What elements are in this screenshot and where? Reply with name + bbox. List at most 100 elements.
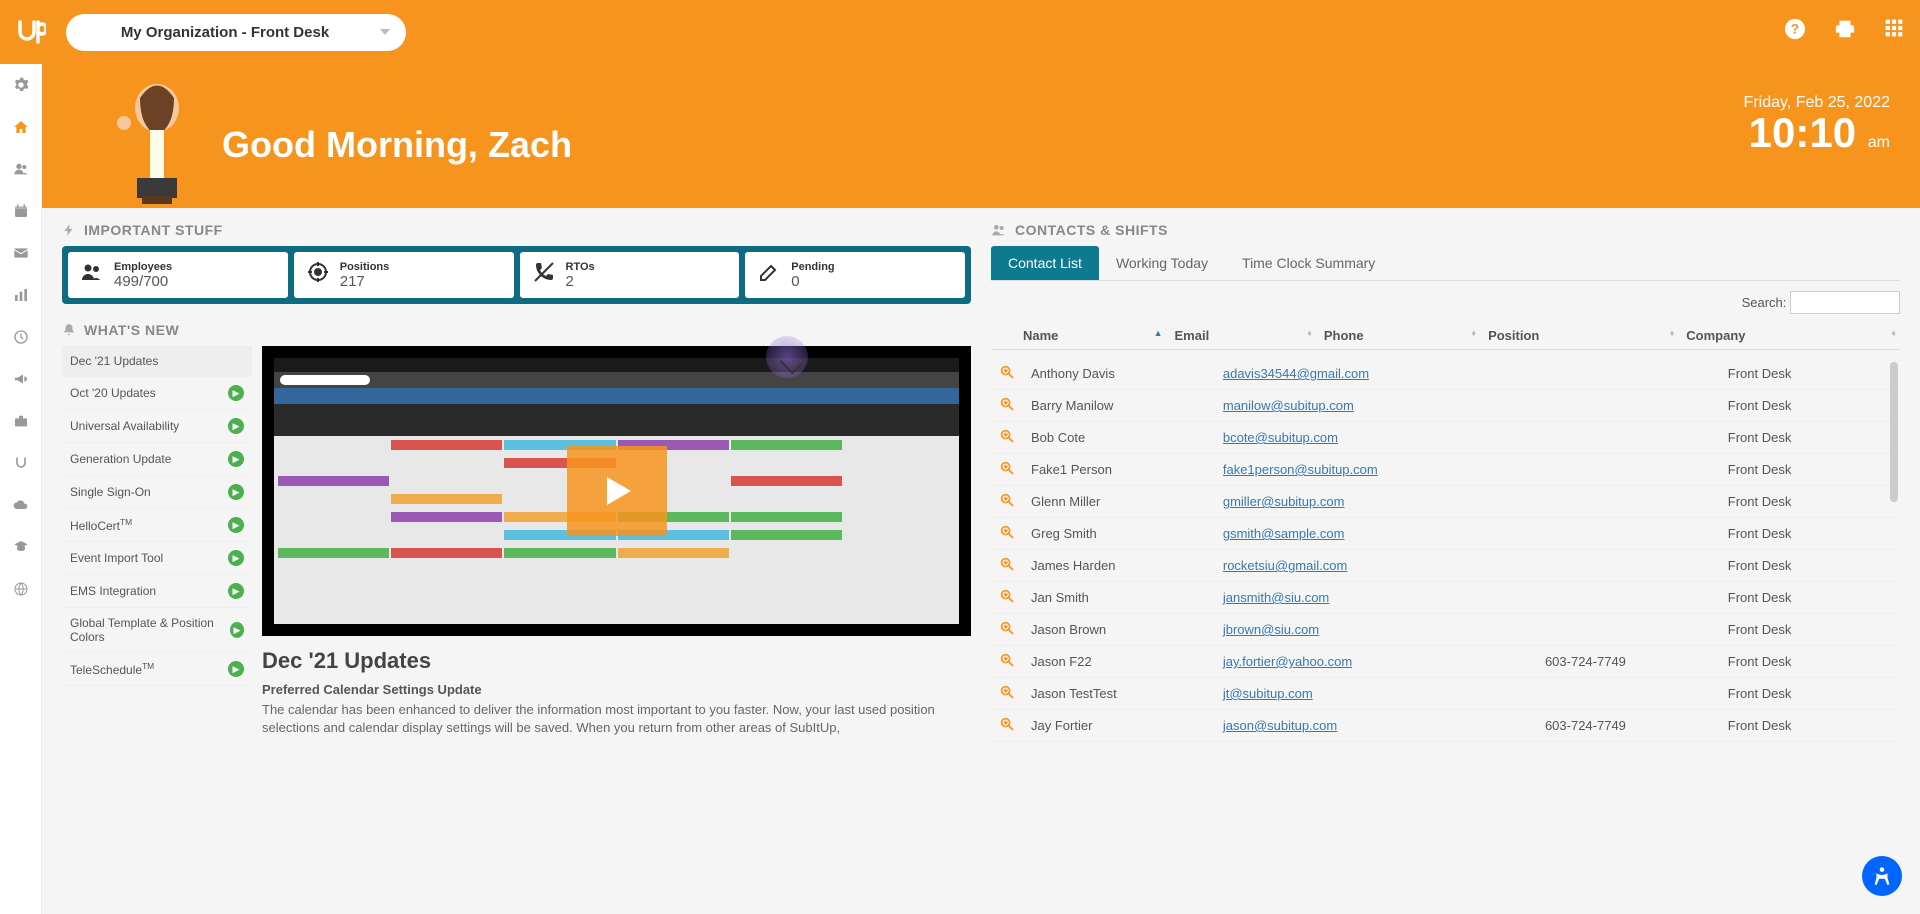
table-row: Jason Brownjbrown@siu.comFront Desk — [991, 614, 1900, 646]
print-icon[interactable] — [1834, 18, 1856, 46]
email-link[interactable]: fake1person@subitup.com — [1223, 462, 1378, 477]
cell-email: jason@subitup.com — [1215, 710, 1537, 742]
col-email[interactable]: Email♦ — [1167, 322, 1316, 350]
sidebar-globe-icon[interactable] — [12, 580, 30, 598]
tab-contact-list[interactable]: Contact List — [991, 246, 1099, 280]
hero-banner: Good Morning, Zach Friday, Feb 25, 2022 … — [42, 64, 1920, 208]
sidebar-settings-icon[interactable] — [12, 76, 30, 94]
cell-email: manilow@subitup.com — [1215, 390, 1537, 422]
logo[interactable] — [16, 18, 46, 46]
sidebar-chart-icon[interactable] — [12, 286, 30, 304]
whatsnew-item[interactable]: HelloCertTM▶ — [62, 509, 252, 542]
table-row: Jason TestTest jt@subitup.com Front Desk — [991, 678, 1900, 710]
email-link[interactable]: gmiller@subitup.com — [1223, 494, 1345, 509]
people-icon — [80, 260, 104, 290]
email-link[interactable]: jansmith@siu.com — [1223, 590, 1329, 605]
whatsnew-item[interactable]: TeleScheduleTM▶ — [62, 653, 252, 686]
table-row: Jay Fortierjason@subitup.com603-724-7749… — [991, 710, 1900, 742]
col-phone[interactable]: Phone♦ — [1316, 322, 1480, 350]
email-link[interactable]: jason@subitup.com — [1223, 718, 1337, 733]
stat-employees[interactable]: Employees499/700 — [68, 252, 288, 298]
email-link[interactable]: manilow@subitup.com — [1223, 398, 1354, 413]
cell-company — [1870, 678, 1900, 710]
cell-phone — [1537, 582, 1720, 614]
edit-icon — [757, 260, 781, 290]
whatsnew-item[interactable]: Oct '20 Updates▶ — [62, 377, 252, 410]
tab-working-today[interactable]: Working Today — [1099, 246, 1225, 280]
cell-email: rocketsiu@gmail.com — [1215, 550, 1537, 582]
whatsnew-item[interactable]: Universal Availability▶ — [62, 410, 252, 443]
sidebar-calendar-icon[interactable] — [12, 202, 30, 220]
magnify-icon[interactable] — [999, 748, 1015, 750]
play-button-icon[interactable] — [567, 446, 667, 536]
col-position[interactable]: Position♦ — [1480, 322, 1678, 350]
email-link[interactable]: bcote@subitup.com — [1223, 430, 1338, 445]
magnify-icon[interactable] — [999, 492, 1015, 508]
sidebar-clock-icon[interactable] — [12, 328, 30, 346]
magnify-icon[interactable] — [999, 652, 1015, 668]
sidebar-briefcase-icon[interactable] — [12, 412, 30, 430]
magnify-icon[interactable] — [999, 684, 1015, 700]
sidebar-magnet-icon[interactable] — [12, 454, 30, 472]
search-input[interactable] — [1790, 291, 1900, 314]
table-row: Glenn Millergmiller@subitup.comFront Des… — [991, 486, 1900, 518]
sidebar-home-icon[interactable] — [12, 118, 30, 136]
cell-name: Jason TestTest — [1023, 678, 1215, 710]
email-link[interactable]: rocketsiu@gmail.com — [1223, 558, 1347, 573]
whatsnew-header: WHAT'S NEW — [62, 322, 971, 338]
magnify-icon[interactable] — [999, 556, 1015, 572]
tab-timeclock[interactable]: Time Clock Summary — [1225, 246, 1392, 280]
whatsnew-item[interactable]: Global Template & Position Colors▶ — [62, 608, 252, 653]
cell-phone — [1537, 678, 1720, 710]
scrollbar-thumb[interactable] — [1890, 362, 1898, 502]
cell-name: Greg Smith — [1023, 518, 1215, 550]
video-player[interactable] — [262, 346, 971, 636]
whatsnew-item[interactable]: Event Import Tool▶ — [62, 542, 252, 575]
whatsnew-item[interactable]: Single Sign-On▶ — [62, 476, 252, 509]
sidebar-education-icon[interactable] — [12, 538, 30, 556]
apps-grid-icon[interactable] — [1884, 18, 1904, 46]
email-link[interactable]: jay.fortier@yahoo.com — [1223, 654, 1352, 669]
magnify-icon[interactable] — [999, 716, 1015, 732]
col-name[interactable]: Name▲ — [1015, 322, 1167, 350]
time-text: 10:10 am — [1744, 112, 1890, 154]
cell-company — [1870, 710, 1900, 742]
search-row: Search: — [991, 291, 1900, 314]
accessibility-button[interactable] — [1862, 856, 1902, 896]
cell-name: Jan Smith — [1023, 582, 1215, 614]
magnify-icon[interactable] — [999, 428, 1015, 444]
stat-positions[interactable]: Positions217 — [294, 252, 514, 298]
cell-company — [1870, 742, 1900, 751]
email-link[interactable]: jbrown@siu.com — [1223, 622, 1319, 637]
cell-email: fake1person@subitup.com — [1215, 454, 1537, 486]
cell-phone — [1537, 550, 1720, 582]
cell-position: Front Desk — [1720, 646, 1870, 678]
col-company[interactable]: Company♦ — [1678, 322, 1900, 350]
magnify-icon[interactable] — [999, 620, 1015, 636]
magnify-icon[interactable] — [999, 588, 1015, 604]
sidebar-cloud-icon[interactable] — [12, 496, 30, 514]
table-row: Greg Smith gsmith@sample.com Front Desk — [991, 518, 1900, 550]
magnify-icon[interactable] — [999, 364, 1015, 380]
table-row: Jeff Collinsddscas@gmail.comFront Desk — [991, 742, 1900, 751]
email-link[interactable]: jt@subitup.com — [1223, 686, 1313, 701]
magnify-icon[interactable] — [999, 396, 1015, 412]
sidebar-people-icon[interactable] — [12, 160, 30, 178]
magnify-icon[interactable] — [999, 524, 1015, 540]
help-icon[interactable]: ? — [1784, 18, 1806, 46]
whatsnew-item[interactable]: EMS Integration▶ — [62, 575, 252, 608]
chevron-right-icon: ▶ — [228, 583, 244, 599]
stat-rtos[interactable]: RTOs2 — [520, 252, 740, 298]
email-link[interactable]: adavis34544@gmail.com — [1223, 366, 1369, 381]
stat-pending[interactable]: Pending0 — [745, 252, 965, 298]
whatsnew-item[interactable]: Dec '21 Updates — [62, 346, 252, 377]
whatsnew-item[interactable]: Generation Update▶ — [62, 443, 252, 476]
org-selector[interactable]: My Organization - Front Desk — [66, 14, 406, 51]
cell-position: Front Desk — [1720, 678, 1870, 710]
sidebar-megaphone-icon[interactable] — [12, 370, 30, 388]
cell-position: Front Desk — [1720, 518, 1870, 550]
sidebar-mail-icon[interactable] — [12, 244, 30, 262]
email-link[interactable]: gsmith@sample.com — [1223, 526, 1345, 541]
magnify-icon[interactable] — [999, 460, 1015, 476]
chevron-right-icon: ▶ — [228, 550, 244, 566]
